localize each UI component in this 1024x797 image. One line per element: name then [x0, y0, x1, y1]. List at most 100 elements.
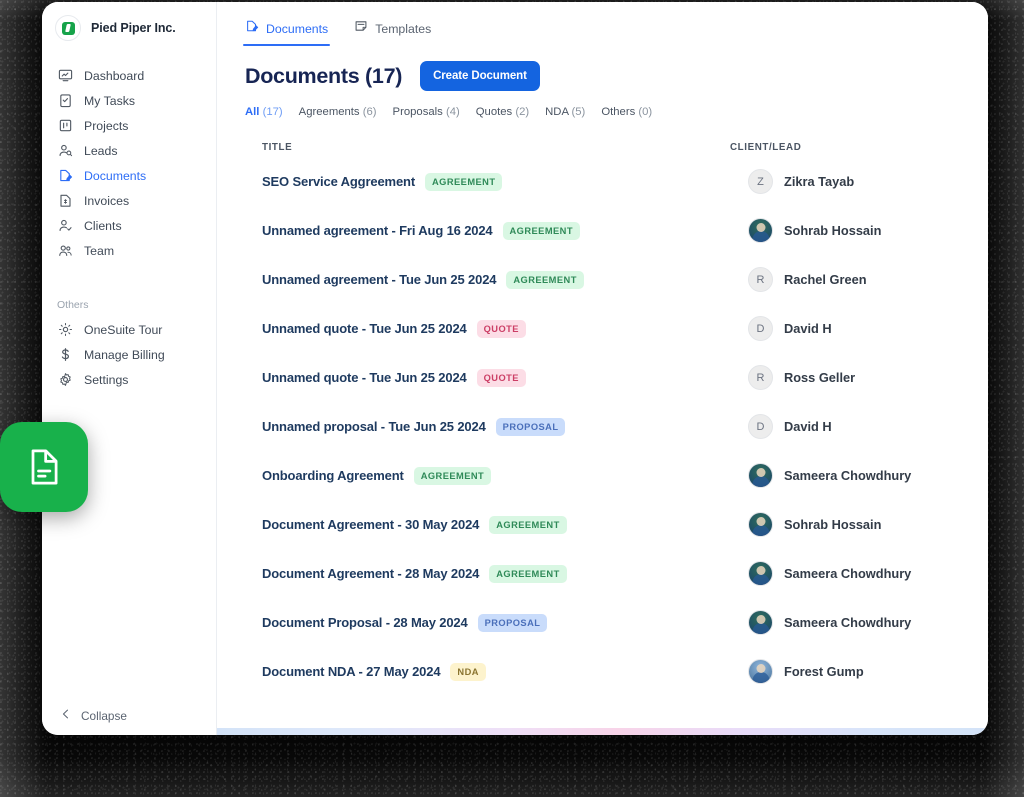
status-badge: PROPOSAL	[477, 613, 548, 632]
status-badge: AGREEMENT	[506, 270, 584, 289]
filter-count: (6)	[362, 106, 377, 118]
tab-documents[interactable]: Documents	[242, 19, 331, 46]
table-row[interactable]: Unnamed quote - Tue Jun 25 2024 QUOTE R Ros…	[245, 353, 988, 402]
cell-title: Document Agreement - 30 May 2024 AGREEMEN…	[245, 515, 748, 534]
table-row[interactable]: Document Agreement - 30 May 2024 AGREEMEN…	[245, 500, 988, 549]
brand[interactable]: Pied Piper Inc.	[42, 2, 216, 55]
filter-proposals[interactable]: Proposals (4)	[393, 106, 460, 118]
document-title-link[interactable]: Unnamed quote - Tue Jun 25 2024	[262, 321, 467, 336]
cell-client: R Rachel Green	[748, 267, 988, 292]
cell-title: Document NDA - 27 May 2024 NDA	[245, 662, 748, 681]
filter-nda[interactable]: NDA (5)	[545, 106, 585, 118]
table-row[interactable]: Unnamed proposal - Tue Jun 25 2024 PROPOS…	[245, 402, 988, 451]
table-row[interactable]: Unnamed quote - Tue Jun 25 2024 QUOTE D Dav…	[245, 304, 988, 353]
document-title-link[interactable]: Unnamed agreement - Tue Jun 25 2024	[262, 272, 497, 287]
cell-client: Sameera Chowdhury	[748, 610, 988, 635]
document-title-link[interactable]: Document NDA - 27 May 2024	[262, 664, 441, 679]
sidebar-item-label: Documents	[84, 168, 147, 183]
screenshot-root: Pied Piper Inc. Dashboard My Tasks Proje…	[0, 0, 1024, 797]
tab-label: Templates	[375, 21, 432, 36]
sidebar-item-onesuite-tour[interactable]: OneSuite Tour	[42, 317, 216, 342]
document-edit-icon	[245, 19, 259, 38]
client-name: Forest Gump	[784, 664, 864, 679]
filter-agreements[interactable]: Agreements (6)	[299, 106, 377, 118]
sidebar-item-manage-billing[interactable]: Manage Billing	[42, 342, 216, 367]
main-content: Documents Templates Documents (17) Creat…	[217, 2, 988, 735]
status-badge: QUOTE	[476, 368, 526, 387]
filter-all[interactable]: All (17)	[245, 106, 283, 118]
app-window: Pied Piper Inc. Dashboard My Tasks Proje…	[42, 2, 988, 735]
client-name: Sameera Chowdhury	[784, 468, 912, 483]
cell-title: Document Agreement - 28 May 2024 AGREEMEN…	[245, 564, 748, 583]
cell-client: D David H	[748, 414, 988, 439]
table-row[interactable]: Document Agreement - 28 May 2024 AGREEMEN…	[245, 549, 988, 598]
client-name: Sameera Chowdhury	[784, 615, 912, 630]
sidebar-item-settings[interactable]: Settings	[42, 367, 216, 392]
document-title-link[interactable]: Unnamed proposal - Tue Jun 25 2024	[262, 419, 486, 434]
bottom-gradient-strip	[217, 728, 988, 735]
document-title-link[interactable]: Unnamed agreement - Fri Aug 16 2024	[262, 223, 493, 238]
sidebar-nav: Dashboard My Tasks Projects Leads Docume…	[42, 55, 216, 263]
document-title-link[interactable]: SEO Service Aggreement	[262, 174, 415, 189]
client-name: Sohrab Hossain	[784, 517, 882, 532]
table-row[interactable]: Document Proposal - 28 May 2024 PROPOSAL S…	[245, 598, 988, 647]
sidebar-item-label: Settings	[84, 372, 129, 387]
documents-icon	[57, 168, 73, 184]
document-title-link[interactable]: Unnamed quote - Tue Jun 25 2024	[262, 370, 467, 385]
sidebar-item-invoices[interactable]: Invoices	[42, 188, 216, 213]
document-title-link[interactable]: Onboarding Agreement	[262, 468, 404, 483]
cell-title: Unnamed proposal - Tue Jun 25 2024 PROPOS…	[245, 417, 748, 436]
tab-templates[interactable]: Templates	[354, 19, 431, 46]
tasks-icon	[57, 93, 73, 109]
document-title-link[interactable]: Document Agreement - 30 May 2024	[262, 517, 479, 532]
document-file-icon[interactable]	[0, 422, 88, 512]
sidebar-item-dashboard[interactable]: Dashboard	[42, 63, 216, 88]
collapse-button[interactable]: Collapse	[42, 707, 216, 725]
sidebar-others-nav: OneSuite Tour Manage Billing Settings	[42, 317, 216, 392]
sidebar-item-projects[interactable]: Projects	[42, 113, 216, 138]
sidebar-item-team[interactable]: Team	[42, 238, 216, 263]
filter-count: (17)	[262, 106, 283, 118]
document-title-link[interactable]: Document Proposal - 28 May 2024	[262, 615, 468, 630]
status-badge: AGREEMENT	[489, 515, 567, 534]
filter-label: Agreements	[298, 106, 360, 118]
status-badge: AGREEMENT	[489, 564, 567, 583]
table-row[interactable]: Unnamed agreement - Fri Aug 16 2024 AGREE…	[245, 206, 988, 255]
template-icon	[354, 19, 368, 38]
filter-others[interactable]: Others (0)	[601, 106, 652, 118]
avatar	[748, 463, 773, 488]
table-row[interactable]: Onboarding Agreement AGREEMENT Sameera Cho…	[245, 451, 988, 500]
cell-client: Sameera Chowdhury	[748, 463, 988, 488]
sidebar-item-clients[interactable]: Clients	[42, 213, 216, 238]
cell-title: Unnamed quote - Tue Jun 25 2024 QUOTE	[245, 368, 748, 387]
sidebar-item-documents[interactable]: Documents	[42, 163, 216, 188]
filter-quotes[interactable]: Quotes (2)	[476, 106, 529, 118]
clients-icon	[57, 218, 73, 234]
status-badge: AGREEMENT	[425, 172, 503, 191]
create-document-button[interactable]: Create Document	[420, 61, 540, 91]
sidebar-item-my-tasks[interactable]: My Tasks	[42, 88, 216, 113]
table-row[interactable]: Unnamed agreement - Tue Jun 25 2024 AGREE…	[245, 255, 988, 304]
table-row[interactable]: Document NDA - 27 May 2024 NDA Forest Gump	[245, 647, 988, 696]
avatar	[748, 610, 773, 635]
sidebar-item-label: Invoices	[84, 193, 130, 208]
cell-client: R Ross Geller	[748, 365, 988, 390]
client-name: David H	[784, 321, 832, 336]
pied-piper-logo	[55, 15, 81, 41]
cell-title: Document Proposal - 28 May 2024 PROPOSAL	[245, 613, 748, 632]
sidebar-item-leads[interactable]: Leads	[42, 138, 216, 163]
document-title-link[interactable]: Document Agreement - 28 May 2024	[262, 566, 479, 581]
table-row[interactable]: SEO Service Aggreement AGREEMENT Z Zikra Ta…	[245, 157, 988, 206]
filter-count: (2)	[515, 106, 530, 118]
team-icon	[57, 243, 73, 259]
projects-icon	[57, 118, 73, 134]
cell-client: Z Zikra Tayab	[748, 169, 988, 194]
column-header-client: CLIENT/LEAD	[730, 142, 802, 153]
filter-count: (4)	[445, 106, 460, 118]
client-name: Sameera Chowdhury	[784, 566, 912, 581]
status-badge: NDA	[450, 662, 486, 681]
page-title: Documents (17)	[245, 63, 403, 88]
client-name: Rachel Green	[784, 272, 867, 287]
dashboard-icon	[57, 68, 73, 84]
column-header-title: TITLE	[262, 142, 293, 153]
